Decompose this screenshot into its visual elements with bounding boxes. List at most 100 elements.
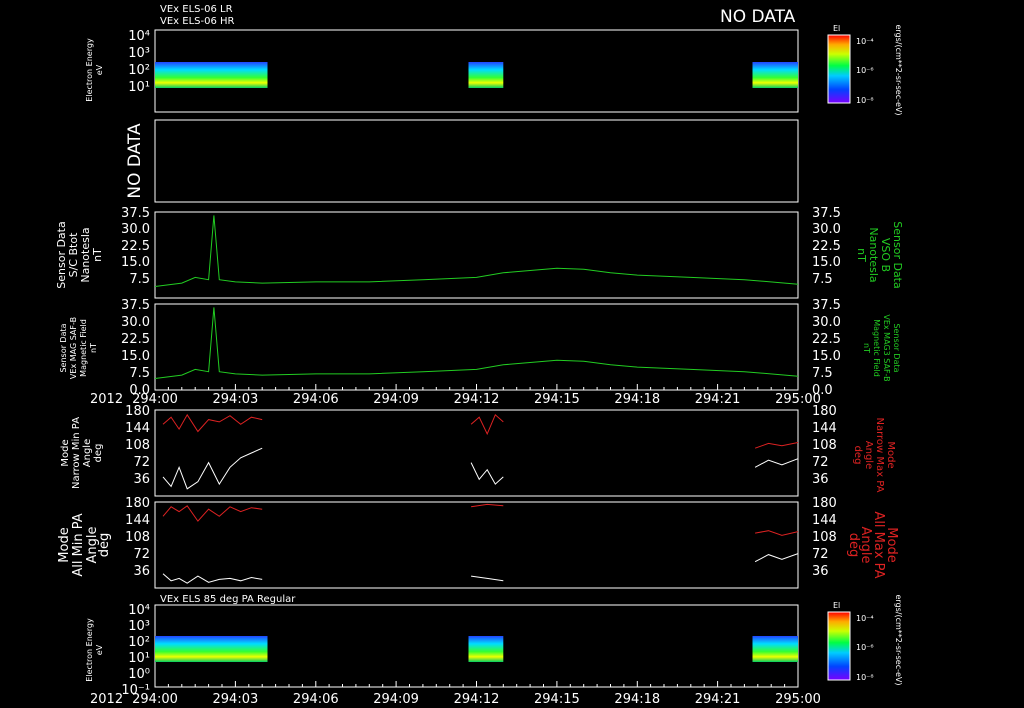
time-axis-label: 294:18 bbox=[614, 692, 660, 707]
p7-ytick: 10² bbox=[128, 635, 150, 650]
spectrogram-block bbox=[752, 62, 798, 88]
panel-btot: 37.5 30.0 22.5 15.0 7.5 37.5 30.0 22.5 1… bbox=[55, 206, 904, 299]
colorbar-bottom-gradient bbox=[827, 611, 851, 681]
p1-ytick: 10² bbox=[128, 63, 150, 78]
p4-ytick-right: 15.0 bbox=[812, 349, 841, 364]
p4-right-label: Magnetic Field bbox=[872, 319, 881, 377]
panel-4-frame bbox=[154, 303, 799, 391]
spectrogram-85deg-data bbox=[155, 636, 798, 662]
time-axis-label: 295:00 bbox=[775, 692, 821, 707]
colorbar-top-gradient bbox=[827, 34, 851, 104]
spectrogram-block bbox=[468, 636, 504, 662]
p6-ytick-right: 72 bbox=[812, 547, 829, 562]
p1-ytick: 10⁴ bbox=[128, 29, 150, 44]
p6-ytick: 108 bbox=[125, 530, 150, 545]
all-min-pa-line bbox=[162, 573, 263, 584]
colorbar-top-tick: 10⁻⁴ bbox=[856, 37, 874, 46]
p6-ylabel: All Min PA bbox=[71, 513, 86, 576]
spectrogram-block bbox=[752, 636, 798, 662]
p5-ylabel: Angle bbox=[82, 439, 93, 467]
p3-ytick: 15.0 bbox=[121, 255, 150, 270]
p7-ytick: 10⁴ bbox=[128, 603, 150, 618]
colorbar-top: El 10⁻⁴ 10⁻⁶ 10⁻⁸ bbox=[827, 24, 874, 105]
panel-2-no-data: NO DATA bbox=[125, 123, 145, 199]
p6-right-label: deg bbox=[846, 533, 861, 558]
colorbar-bottom: El 10⁻⁴ 10⁻⁶ 10⁻⁸ bbox=[827, 601, 874, 682]
p6-ytick: 180 bbox=[125, 496, 150, 511]
time-axis-label: 294:21 bbox=[695, 392, 741, 407]
p6-max-segment bbox=[755, 530, 799, 536]
p5-max-segment bbox=[754, 442, 799, 449]
p5-min-segment bbox=[754, 458, 799, 468]
colorbar-top-tick: 10⁻⁸ bbox=[856, 96, 874, 105]
p5-ytick-right: 72 bbox=[812, 455, 829, 470]
p6-ylabel: Mode bbox=[57, 527, 72, 562]
time-axis-label: 294:03 bbox=[213, 392, 259, 407]
p5-ytick-right: 144 bbox=[812, 421, 837, 436]
p4-ytick: 15.0 bbox=[121, 349, 150, 364]
panel-3-frame bbox=[154, 211, 799, 299]
spectrogram-block bbox=[155, 636, 268, 662]
p1-ytick: 10¹ bbox=[128, 80, 150, 95]
time-axis-label: 294:03 bbox=[213, 692, 259, 707]
p7-ylabel: Electron Energy bbox=[85, 618, 94, 682]
panel-2-frame bbox=[154, 119, 799, 203]
p5-right-label: Narrow Max PA bbox=[874, 418, 885, 493]
p6-max-segment bbox=[471, 503, 504, 508]
p5-ylabel: deg bbox=[93, 444, 104, 463]
time-axis-label: 294:09 bbox=[373, 692, 419, 707]
p6-ytick-right: 108 bbox=[812, 530, 837, 545]
header-line-1: VEx ELS-06 LR bbox=[160, 4, 233, 15]
panel-85deg-spectrogram: 10⁴ 10³ 10² 10¹ 10⁰ 10⁻¹ Electron Energy… bbox=[85, 603, 799, 698]
panel-narrow-pa: 180 144 108 72 36 180 144 108 72 36 Mode… bbox=[60, 404, 896, 497]
time-axis-year: 2012 bbox=[90, 392, 123, 407]
p7-ytick: 10¹ bbox=[128, 651, 150, 666]
colorbar-top-tick: 10⁻⁶ bbox=[856, 66, 874, 75]
p3-ytick: 30.0 bbox=[121, 222, 150, 237]
p4-ytick: 30.0 bbox=[121, 315, 150, 330]
spectrogram-block bbox=[155, 62, 268, 88]
panel-mag-safb: 37.5 30.0 22.5 15.0 7.5 0.0 37.5 30.0 22… bbox=[59, 298, 901, 398]
p5-ylabel: Mode bbox=[60, 439, 71, 466]
header-no-data: NO DATA bbox=[720, 7, 796, 27]
p4-ytick: 7.5 bbox=[129, 366, 150, 381]
colorbar-bottom-tick: 10⁻⁶ bbox=[856, 643, 874, 652]
p4-right-label: nT bbox=[862, 343, 871, 353]
p4-ytick-right: 30.0 bbox=[812, 315, 841, 330]
time-axis-label: 294:12 bbox=[454, 692, 500, 707]
p5-ytick: 144 bbox=[125, 421, 150, 436]
time-axis-label: 294:06 bbox=[293, 392, 339, 407]
spectrogram-data bbox=[155, 62, 798, 88]
panel-7-title: VEx ELS 85 deg PA Regular bbox=[160, 594, 296, 605]
time-axis-bottom: 2012 294:00 294:03 294:06 294:09 294:12 294:1… bbox=[90, 681, 821, 707]
time-axis-label: 294:09 bbox=[373, 392, 419, 407]
time-axis-label: 294:21 bbox=[695, 692, 741, 707]
narrow-min-pa-line bbox=[162, 447, 263, 490]
time-axis-middle: 2012 294:00 294:03 294:06 294:09 294:12 294:1… bbox=[90, 384, 821, 407]
colorbar-top-label: El bbox=[833, 24, 840, 33]
p6-min-segment bbox=[471, 575, 504, 582]
spectrogram-block bbox=[468, 62, 504, 88]
colorbar-bottom-tick: 10⁻⁸ bbox=[856, 673, 874, 682]
p5-right-label: Mode bbox=[885, 441, 896, 468]
p4-ytick-right: 7.5 bbox=[812, 366, 833, 381]
p4-ylabel: Sensor Data bbox=[59, 323, 68, 372]
p6-min-segment bbox=[754, 553, 799, 563]
p1-ylabel-unit: eV bbox=[95, 64, 104, 75]
p3-ytick-right: 22.5 bbox=[812, 239, 841, 254]
panel-electron-spectrogram: 10⁴ 10³ 10² 10¹ Electron Energy eV bbox=[85, 29, 799, 113]
p3-ytick-right: 30.0 bbox=[812, 222, 841, 237]
panel-6-frame bbox=[154, 501, 799, 589]
panel-no-data: NO DATA bbox=[125, 119, 799, 203]
p5-max-segment bbox=[470, 413, 504, 436]
p3-right-label: nT bbox=[855, 248, 868, 262]
p6-ytick-right: 36 bbox=[812, 564, 829, 579]
colorbar-bottom-units: ergs/(cm**2-sr-sec-eV) bbox=[894, 594, 903, 685]
btot-series-line bbox=[154, 215, 799, 287]
time-axis-label: 294:00 bbox=[132, 692, 178, 707]
p4-right-label: VEx MAG3 SAF-B bbox=[882, 314, 891, 381]
colorbar-top-units: ergs/(cm**2-sr-sec-eV) bbox=[894, 24, 903, 115]
p3-ytick: 37.5 bbox=[121, 206, 150, 221]
p4-ylabel: VEx MAG SAF-B bbox=[69, 317, 78, 379]
p5-ytick: 180 bbox=[125, 404, 150, 419]
